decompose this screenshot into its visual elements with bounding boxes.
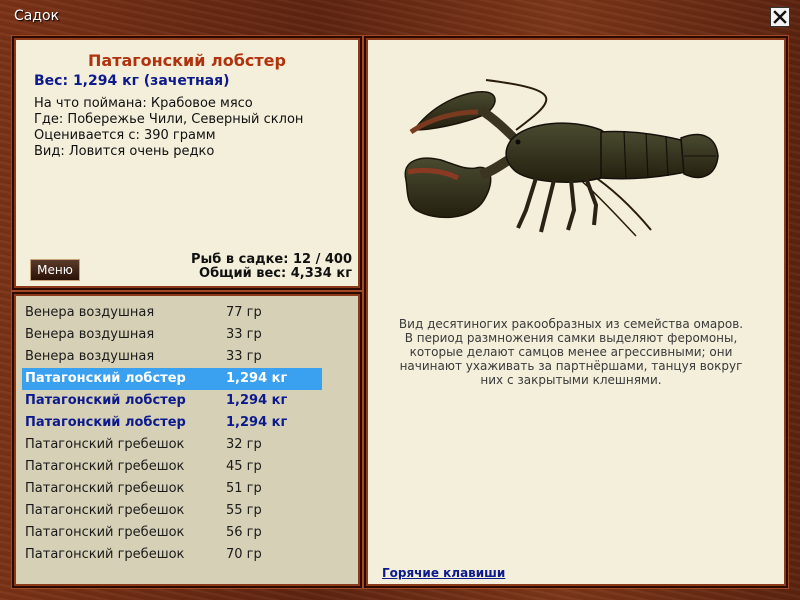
list-item-weight: 33 гр — [226, 327, 262, 342]
list-item[interactable]: Патагонский лобстер 1,294 кг — [22, 412, 322, 434]
window-title: Садок — [14, 8, 60, 24]
list-item-weight: 55 гр — [226, 503, 262, 518]
list-item[interactable]: Патагонский гребешок 45 гр — [22, 456, 322, 478]
list-item-weight: 45 гр — [226, 459, 262, 474]
close-button[interactable] — [770, 7, 790, 27]
catch-list: Венера воздушная 77 гр Венера воздушная … — [12, 292, 362, 588]
list-item[interactable]: Венера воздушная 33 гр — [22, 324, 322, 346]
list-item-name: Патагонский гребешок — [25, 459, 185, 474]
close-icon — [773, 10, 787, 24]
list-item-name: Патагонский лобстер — [25, 415, 186, 430]
list-item[interactable]: Патагонский гребешок 32 гр — [22, 434, 322, 456]
fish-weight: Вес: 1,294 кг (зачетная) — [34, 73, 230, 89]
fish-details-panel: Вид десятиногих ракообразных из семейств… — [364, 36, 788, 588]
list-item-name: Патагонский гребешок — [25, 547, 185, 562]
list-item-weight: 1,294 кг — [226, 371, 288, 386]
list-item-weight: 56 гр — [226, 525, 262, 540]
list-item-name: Патагонский лобстер — [25, 393, 186, 408]
list-item-name: Патагонский гребешок — [25, 503, 185, 518]
keep-net-count: Рыб в садке: 12 / 400 — [190, 252, 352, 267]
description-line: Вид десятиногих ракообразных из семейств… — [398, 317, 744, 331]
list-item-name: Венера воздушная — [25, 305, 155, 320]
description-line: начинают ухаживать за партнёршами, танцу… — [399, 359, 743, 373]
description-line: них с закрытыми клешнями. — [480, 373, 662, 387]
list-item[interactable]: Патагонский лобстер 1,294 кг — [22, 390, 322, 412]
bait-info: На что поймана: Крабовое мясо — [34, 96, 253, 111]
list-item-name: Патагонский гребешок — [25, 481, 185, 496]
description-line: В период размножения самки выделяют феро… — [404, 331, 738, 345]
list-item-weight: 32 гр — [226, 437, 262, 452]
list-item-weight: 70 гр — [226, 547, 262, 562]
value-info: Оценивается с: 390 грамм — [34, 128, 216, 143]
window-titlebar: Садок — [0, 0, 800, 34]
list-item-weight: 51 гр — [226, 481, 262, 496]
list-item[interactable]: Патагонский гребешок 70 гр — [22, 544, 322, 566]
lobster-image — [404, 79, 719, 237]
list-item-weight: 33 гр — [226, 349, 262, 364]
menu-button[interactable]: Меню — [30, 259, 80, 281]
list-item-name: Патагонский гребешок — [25, 437, 185, 452]
keep-net-total-weight: Общий вес: 4,334 кг — [199, 266, 352, 281]
list-item-name: Венера воздушная — [25, 349, 155, 364]
list-item-weight: 1,294 кг — [226, 415, 288, 430]
list-item-selected[interactable]: Патагонский лобстер 1,294 кг — [22, 368, 322, 390]
fish-info-panel: Патагонский лобстер Вес: 1,294 кг (зачет… — [12, 36, 362, 290]
list-item[interactable]: Венера воздушная 77 гр — [22, 302, 322, 324]
list-item[interactable]: Патагонский гребешок 56 гр — [22, 522, 322, 544]
list-item-weight: 77 гр — [226, 305, 262, 320]
list-item[interactable]: Патагонский гребешок 51 гр — [22, 478, 322, 500]
list-item[interactable]: Венера воздушная 33 гр — [22, 346, 322, 368]
location-info: Где: Побережье Чили, Северный склон — [34, 112, 304, 127]
list-item-weight: 1,294 кг — [226, 393, 288, 408]
list-item-name: Патагонский гребешок — [25, 525, 185, 540]
hotkeys-link[interactable]: Горячие клавиши — [382, 566, 505, 580]
list-item-name: Венера воздушная — [25, 327, 155, 342]
fish-name: Патагонский лобстер — [88, 51, 286, 70]
rarity-info: Вид: Ловится очень редко — [34, 144, 215, 159]
list-item[interactable]: Патагонский гребешок 55 гр — [22, 500, 322, 522]
list-item-name: Патагонский лобстер — [25, 371, 186, 386]
fish-description: Вид десятиногих ракообразных из семейств… — [386, 317, 756, 387]
description-line: которые делают самцов менее агрессивными… — [409, 345, 733, 359]
